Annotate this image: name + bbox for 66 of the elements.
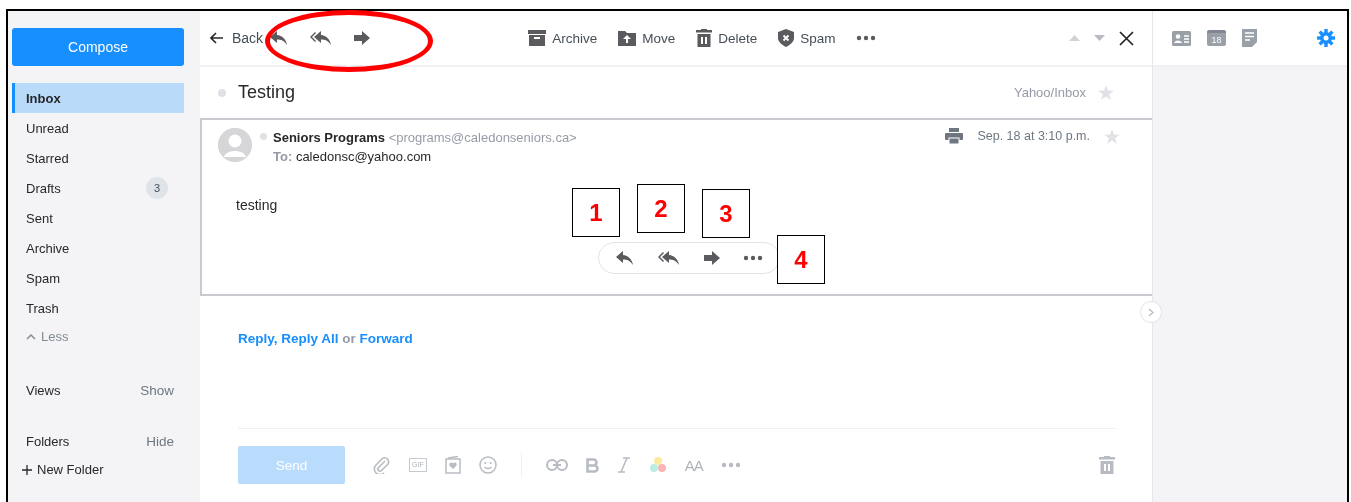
email-body: testing (236, 197, 278, 213)
callout-number: 3 (702, 189, 750, 238)
paperclip-icon[interactable] (373, 456, 391, 474)
avatar-icon (218, 128, 252, 162)
forward-icon[interactable] (353, 30, 372, 46)
shield-x-icon (778, 29, 795, 47)
plus-icon (22, 464, 32, 475)
folder-item[interactable]: Unread (12, 113, 184, 143)
color-dots-icon[interactable] (648, 456, 667, 474)
reply-icon[interactable] (269, 30, 290, 46)
toolbar-action[interactable]: Archive (528, 30, 598, 46)
callout-number: 1 (572, 188, 620, 237)
forward-icon[interactable] (703, 250, 721, 266)
toolbar-action[interactable]: Spam (778, 29, 836, 47)
previous-icon[interactable] (1069, 35, 1080, 41)
new-folder-link[interactable]: New Folder (12, 462, 184, 477)
toolbar-action[interactable]: Move (618, 30, 676, 46)
section-label: Views (26, 383, 61, 398)
folder-item[interactable]: Spam (12, 263, 184, 293)
expand-panel-button[interactable] (1140, 301, 1162, 323)
bold-icon[interactable] (585, 457, 599, 473)
chevron-right-icon (1148, 307, 1154, 317)
section-toggle[interactable]: Hide (146, 434, 174, 449)
toolbar-action[interactable]: Delete (696, 29, 758, 47)
folder-item[interactable]: Trash (12, 293, 184, 323)
unread-dot (260, 133, 267, 140)
reply-all-icon[interactable] (309, 30, 334, 46)
section-label: Folders (26, 434, 70, 449)
folder-item[interactable]: Sent (12, 203, 184, 233)
count-badge: 3 (146, 177, 168, 199)
emoji-icon[interactable] (478, 456, 497, 474)
callout-number: 2 (637, 184, 685, 233)
sender: Seniors Programs <programs@caledonseniors.ca> (273, 129, 577, 147)
folder-arrow-icon (618, 30, 637, 46)
reply-all-icon[interactable] (657, 250, 681, 266)
more-icon[interactable] (856, 35, 877, 41)
recipient: To: caledonsc@yahoo.com (273, 148, 433, 166)
more-icon[interactable] (743, 255, 763, 261)
contact-card-icon[interactable] (1172, 30, 1191, 46)
folder-item[interactable]: Inbox (12, 83, 184, 113)
next-icon[interactable] (1094, 35, 1105, 41)
reply-icon[interactable] (615, 250, 635, 266)
unread-dot (218, 88, 226, 97)
print-icon[interactable] (945, 128, 964, 144)
notepad-icon[interactable] (1242, 29, 1257, 47)
email-date: Sep. 18 at 3:10 p.m. (977, 129, 1090, 143)
reply-options: Reply, Reply All or Forward (238, 331, 1152, 346)
close-icon[interactable] (1119, 30, 1134, 46)
italic-icon[interactable] (616, 457, 631, 473)
folder-item[interactable]: Archive (12, 233, 184, 263)
chevron-up-icon (26, 332, 36, 340)
star-icon[interactable] (1104, 128, 1120, 144)
email-subject: Testing (238, 82, 296, 103)
trash-icon (696, 29, 713, 47)
folder-item[interactable]: Starred (12, 143, 184, 173)
folder-item[interactable]: Drafts 3 (12, 173, 184, 203)
link-icon[interactable] (545, 459, 568, 471)
trash-icon[interactable] (1099, 456, 1115, 474)
folder-location: Yahoo/Inbox (1013, 85, 1086, 100)
settings-icon[interactable] (1317, 29, 1335, 47)
back-button[interactable]: Back (210, 30, 264, 46)
arrow-left-icon (210, 32, 224, 44)
callout-number: 4 (777, 235, 825, 284)
archive-icon (528, 30, 547, 46)
section-toggle[interactable]: Show (140, 383, 174, 398)
star-icon[interactable] (1098, 85, 1114, 100)
